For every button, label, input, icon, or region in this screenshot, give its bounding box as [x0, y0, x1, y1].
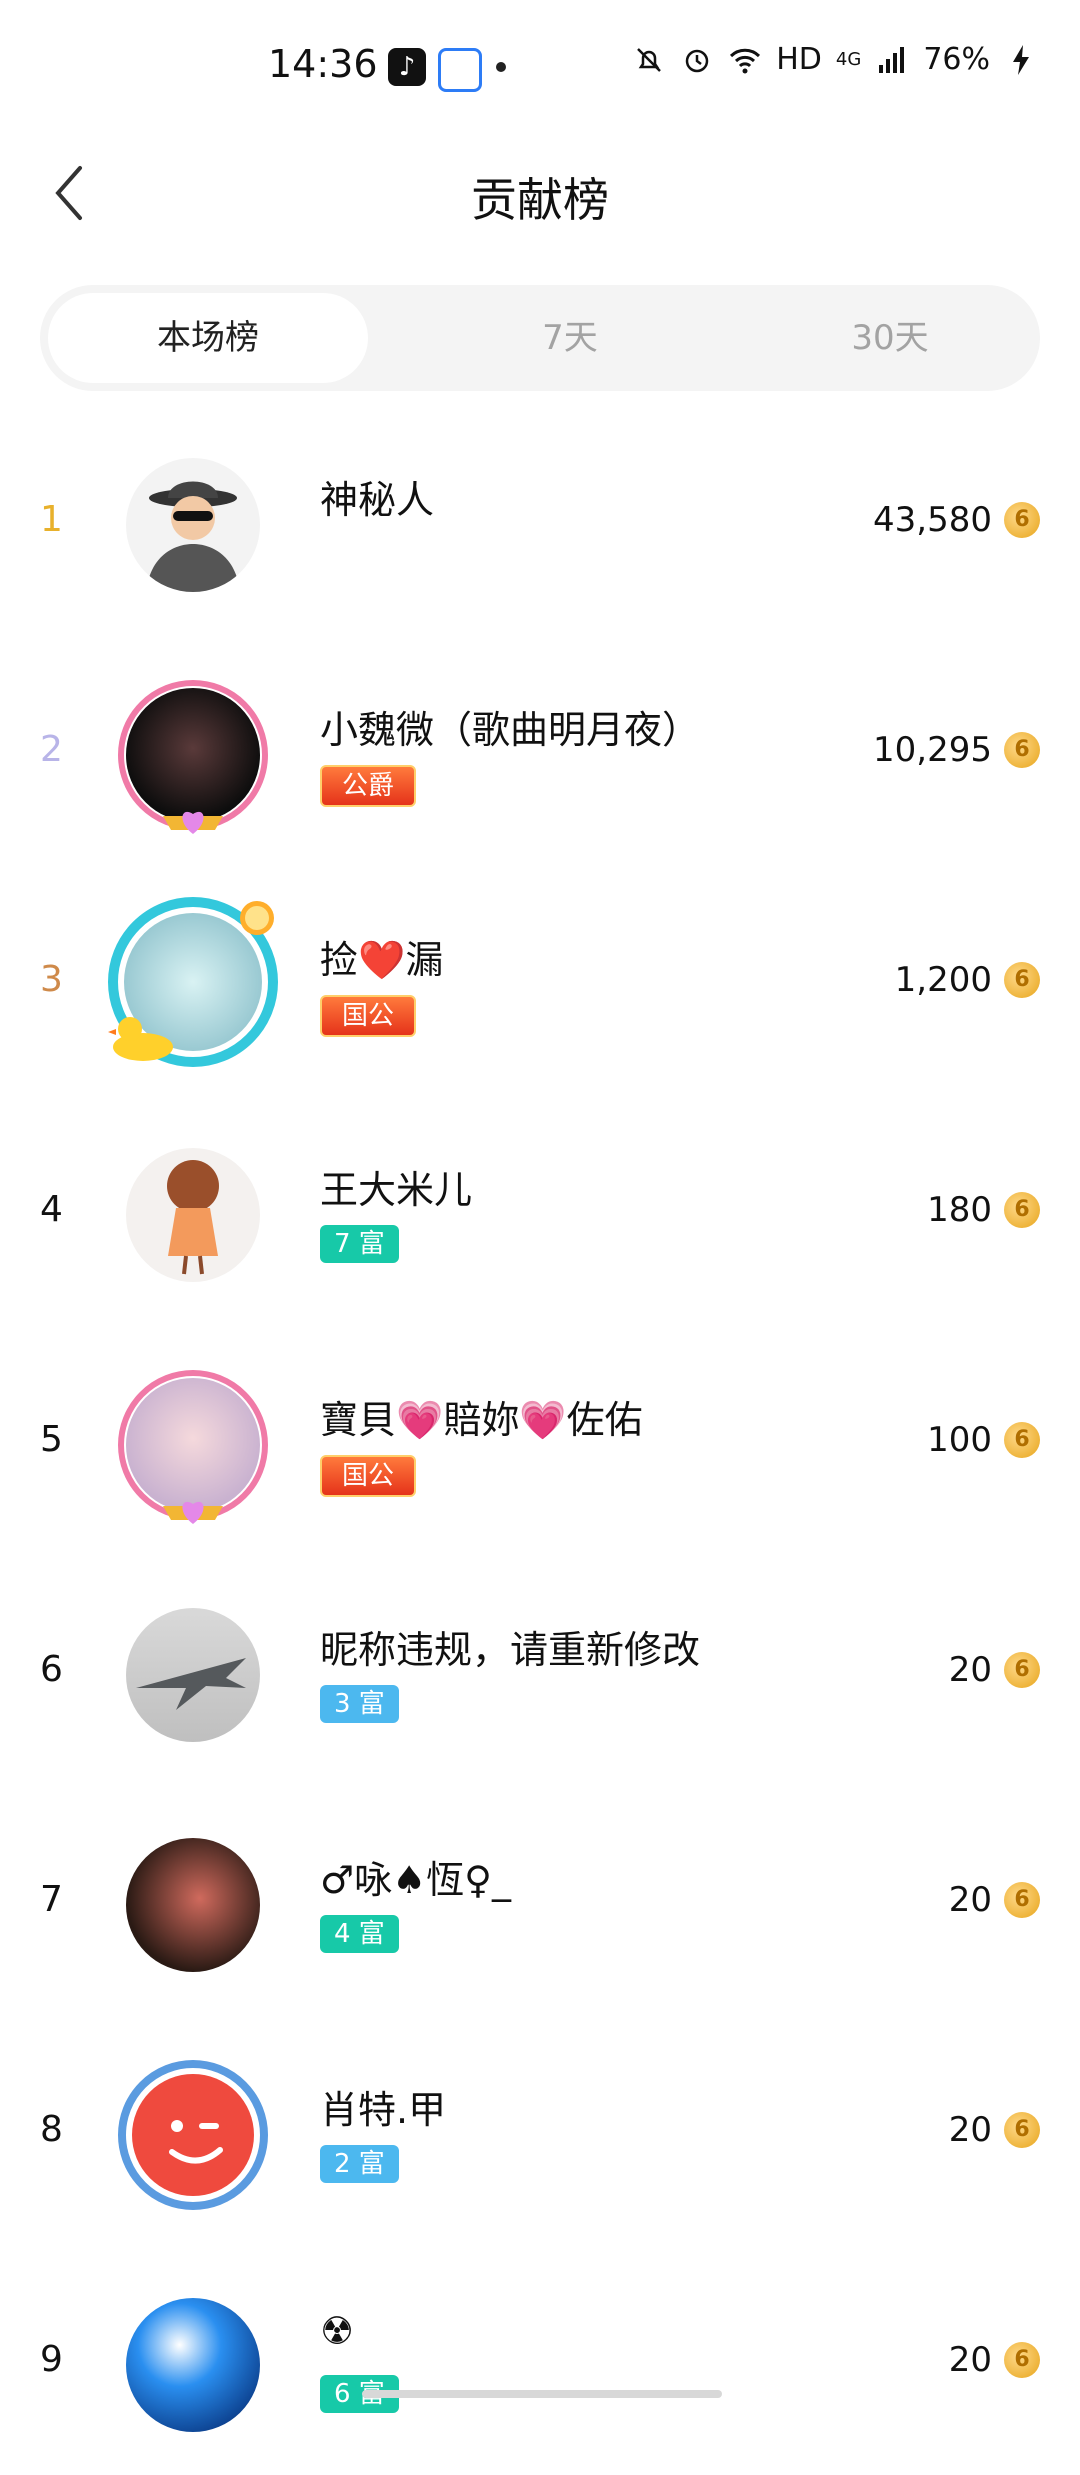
tab-30-days[interactable]: 30天 — [740, 293, 1040, 383]
tab-7-days[interactable]: 7天 — [420, 293, 720, 383]
orange-slice-icon — [240, 901, 274, 935]
coin-icon: 6 — [1004, 962, 1040, 998]
user-name: 小魏微（歌曲明月夜） — [320, 708, 701, 752]
wealth-level-badge: 2 富 — [320, 2145, 399, 2183]
hd-label: HD — [776, 42, 822, 77]
list-item[interactable]: 4 王大米儿 7 富 180 6 — [0, 1095, 1080, 1325]
rank-number: 1 — [40, 499, 63, 540]
fighter-jet-icon — [136, 1658, 246, 1710]
noble-badge: 国公 — [320, 1455, 417, 1497]
contribution-amount: 20 — [948, 1650, 992, 1690]
avatar[interactable] — [118, 2060, 268, 2210]
status-icons: HD 4G 76% — [632, 42, 1038, 77]
rank-number: 5 — [40, 1419, 63, 1460]
tab-this-session[interactable]: 本场榜 — [48, 293, 368, 383]
list-item[interactable]: 7 ♂咏♠恆♀_ 4 富 20 6 — [0, 1785, 1080, 2015]
status-time: 14:36 — [268, 42, 378, 86]
coin-icon: 6 — [1004, 732, 1040, 768]
browser-app-icon — [438, 48, 482, 92]
user-photo — [126, 1838, 260, 1972]
heart-frame-icon — [163, 1501, 223, 1524]
user-photo — [126, 1148, 260, 1282]
list-item[interactable]: 1 神秘人 43,580 6 — [0, 405, 1080, 635]
user-name: 捡❤️漏 — [320, 938, 444, 982]
wifi-icon — [728, 43, 762, 77]
noble-badge: 公爵 — [320, 765, 417, 807]
avatar[interactable] — [118, 1140, 268, 1290]
noble-badge: 国公 — [320, 995, 417, 1037]
battery-percent: 76% — [923, 42, 990, 77]
avatar[interactable] — [118, 1370, 268, 1524]
wealth-level-badge: 3 富 — [320, 1685, 399, 1723]
top-app-bar: 贡献榜 — [0, 140, 1080, 250]
contribution-amount: 20 — [948, 2110, 992, 2150]
user-photo — [132, 2074, 254, 2196]
charging-icon — [1004, 43, 1038, 77]
mute-bell-icon — [632, 43, 666, 77]
list-item[interactable]: 8 肖特.甲 2 富 20 6 — [0, 2015, 1080, 2245]
cell-label: 4G — [835, 49, 862, 70]
user-photo — [126, 1608, 260, 1742]
tiktok-app-icon: ♪ — [388, 48, 426, 86]
coin-icon: 6 — [1004, 2342, 1040, 2378]
list-item[interactable]: 2 小魏微（歌曲明月夜） 公爵 10,295 6 — [0, 635, 1080, 865]
coin-icon: 6 — [1004, 1652, 1040, 1688]
user-name: 神秘人 — [320, 478, 435, 522]
avatar[interactable] — [118, 450, 268, 600]
ranking-period-tabs: 本场榜 7天 30天 — [40, 285, 1040, 391]
contribution-amount: 10,295 — [873, 730, 992, 770]
list-item[interactable]: 6 昵称违规，请重新修改 3 富 20 6 — [0, 1555, 1080, 1785]
coin-icon: 6 — [1004, 1422, 1040, 1458]
rank-number: 6 — [40, 1649, 63, 1690]
page-title: 贡献榜 — [471, 173, 609, 227]
avatar[interactable] — [118, 680, 268, 834]
wink-face-icon — [169, 2120, 223, 2164]
contribution-amount: 43,580 — [873, 500, 992, 540]
contribution-amount: 20 — [948, 1880, 992, 1920]
home-indicator[interactable] — [362, 2390, 722, 2398]
avatar[interactable] — [118, 1830, 268, 1980]
user-name: 昵称违规，请重新修改 — [320, 1628, 701, 1672]
duck-float-icon — [108, 1017, 173, 1061]
rank-number: 9 — [40, 2339, 63, 2380]
user-name: 肖特.甲 — [320, 2088, 447, 2132]
hat-spy-icon — [146, 481, 240, 592]
rank-number: 8 — [40, 2109, 63, 2150]
list-item[interactable]: 9 ☢︎ 6 富 20 6 — [0, 2245, 1080, 2475]
alarm-icon — [680, 43, 714, 77]
contribution-amount: 1,200 — [894, 960, 992, 1000]
list-item[interactable]: 3 捡❤️漏 国公 1,200 6 — [0, 865, 1080, 1095]
status-bar: 14:36 ♪ HD 4G 76% — [0, 0, 1080, 140]
contribution-amount: 20 — [948, 2340, 992, 2380]
coin-icon: 6 — [1004, 1192, 1040, 1228]
girl-illustration-icon — [167, 1160, 219, 1275]
contribution-list: 1 神秘人 43,580 6 2 小魏微（歌曲明月夜） 公爵 10,295 6 … — [0, 405, 1080, 2475]
signal-icon — [875, 43, 909, 77]
contribution-amount: 180 — [927, 1190, 992, 1230]
avatar[interactable] — [118, 1600, 268, 1750]
rank-number: 2 — [40, 729, 63, 770]
wealth-level-badge: 4 富 — [320, 1915, 399, 1953]
avatar[interactable] — [118, 2290, 268, 2440]
user-name: 寶貝💗賠妳💗佐佑 — [320, 1398, 643, 1442]
contribution-amount: 100 — [927, 1420, 992, 1460]
user-name: ☢︎ — [320, 2309, 355, 2353]
coin-icon: 6 — [1004, 502, 1040, 538]
rank-number: 7 — [40, 1879, 63, 1920]
wealth-level-badge: 7 富 — [320, 1225, 399, 1263]
mystery-person-avatar — [126, 458, 260, 592]
heart-frame-icon — [163, 811, 223, 834]
avatar[interactable] — [108, 897, 278, 1067]
user-photo — [126, 2298, 260, 2432]
notification-dot-icon — [496, 62, 506, 72]
coin-icon: 6 — [1004, 1882, 1040, 1918]
user-name: ♂咏♠恆♀_ — [320, 1858, 511, 1902]
coin-icon: 6 — [1004, 2112, 1040, 2148]
user-name: 王大米儿 — [320, 1168, 473, 1212]
rank-number: 4 — [40, 1189, 63, 1230]
list-item[interactable]: 5 寶貝💗賠妳💗佐佑 国公 100 6 — [0, 1325, 1080, 1555]
rank-number: 3 — [40, 959, 63, 1000]
